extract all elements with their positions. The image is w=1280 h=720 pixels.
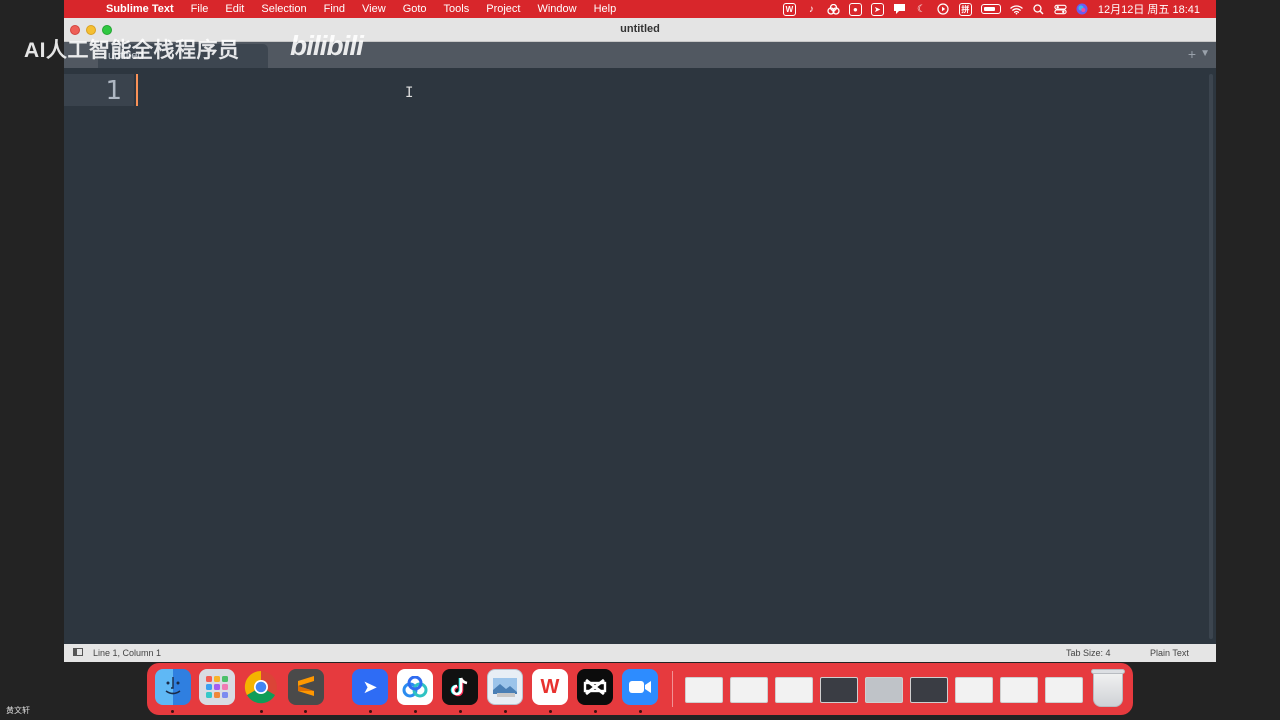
trash-icon[interactable]	[1091, 669, 1125, 707]
running-indicator	[504, 710, 507, 713]
message-icon[interactable]	[893, 3, 906, 16]
menu-app-name[interactable]: Sublime Text	[106, 3, 174, 15]
chrome-icon[interactable]	[243, 669, 279, 705]
toggle-sidebar-icon[interactable]	[73, 648, 83, 656]
minimized-window-thumbnail[interactable]	[820, 677, 858, 703]
running-indicator	[639, 710, 642, 713]
tab-size-selector[interactable]: Tab Size: 4	[1066, 648, 1111, 658]
menu-view[interactable]: View	[362, 3, 386, 15]
tiktok-icon[interactable]: ♪	[805, 3, 818, 16]
running-indicator	[549, 710, 552, 713]
zoom-icon[interactable]	[622, 669, 658, 705]
ibeam-cursor-icon: I	[405, 85, 414, 101]
preview-icon[interactable]	[487, 669, 523, 705]
baidu-netdisk-icon[interactable]	[827, 3, 840, 16]
menu-window[interactable]: Window	[537, 3, 576, 15]
minimized-window-thumbnail[interactable]	[1045, 677, 1083, 703]
play-icon[interactable]	[937, 3, 950, 16]
vertical-scrollbar[interactable]	[1209, 74, 1213, 639]
feishu-icon[interactable]: ➤	[352, 669, 388, 705]
capcut-icon[interactable]	[577, 669, 613, 705]
baidu-netdisk-icon[interactable]	[397, 669, 433, 705]
menu-selection[interactable]: Selection	[261, 3, 306, 15]
tiktok-icon[interactable]	[442, 669, 478, 705]
running-indicator	[304, 710, 307, 713]
menu-file[interactable]: File	[191, 3, 209, 15]
sublime-window: untitled untitled + ▼ 1 Line 1, Column 1…	[64, 18, 1216, 662]
menu-help[interactable]: Help	[594, 3, 617, 15]
sublime-text-icon[interactable]	[288, 669, 324, 705]
menu-find[interactable]: Find	[324, 3, 345, 15]
line-number: 1	[105, 76, 122, 106]
wps-icon[interactable]: W	[532, 669, 568, 705]
corner-username-label: 黄文轩	[6, 706, 30, 715]
input-method-icon[interactable]: 拼	[958, 2, 972, 16]
menu-tools[interactable]: Tools	[444, 3, 470, 15]
menubar-clock[interactable]: 12月12日 周五 18:41	[1098, 1, 1200, 17]
screen-record-icon[interactable]: ●	[848, 2, 862, 16]
minimized-window-thumbnail[interactable]	[775, 677, 813, 703]
battery-icon[interactable]	[980, 4, 1001, 14]
dock: ➤ W	[147, 663, 1133, 715]
control-center-icon[interactable]	[1054, 3, 1067, 16]
minimized-window-thumbnail[interactable]	[910, 677, 948, 703]
feishu-icon[interactable]: ➤	[870, 2, 884, 16]
new-tab-button[interactable]: +	[1188, 46, 1196, 62]
menu-goto[interactable]: Goto	[403, 3, 427, 15]
minimized-window-thumbnail[interactable]	[685, 677, 723, 703]
wifi-icon[interactable]	[1010, 3, 1023, 16]
syntax-selector[interactable]: Plain Text	[1150, 648, 1189, 658]
minimized-window-thumbnail[interactable]	[1000, 677, 1038, 703]
minimized-window-thumbnail[interactable]	[865, 677, 903, 703]
running-indicator	[414, 710, 417, 713]
bilibili-logo: bilibili	[290, 30, 364, 61]
cursor-position: Line 1, Column 1	[93, 648, 162, 658]
status-bar: Line 1, Column 1 Tab Size: 4 Plain Text	[64, 644, 1216, 662]
minimized-window-thumbnail[interactable]	[955, 677, 993, 703]
minimized-window-thumbnail[interactable]	[730, 677, 768, 703]
running-indicator	[369, 710, 372, 713]
finder-icon[interactable]	[155, 669, 191, 705]
wps-icon[interactable]: W	[782, 2, 796, 16]
running-indicator	[459, 710, 462, 713]
menu-bar: Sublime Text File Edit Selection Find Vi…	[64, 0, 1216, 18]
running-indicator	[260, 710, 263, 713]
menu-project[interactable]: Project	[486, 3, 520, 15]
launchpad-icon[interactable]	[199, 669, 235, 705]
editor-area[interactable]: 1	[64, 68, 1216, 644]
status-menu-area: W ♪ ● ➤ ☾ 拼 12月12日 周五 18:41	[782, 0, 1200, 18]
watermark-text: AI人工智能全栈程序员	[24, 39, 240, 62]
running-indicator	[594, 710, 597, 713]
tab-list-dropdown-icon[interactable]: ▼	[1200, 48, 1210, 59]
siri-icon[interactable]	[1076, 3, 1089, 16]
text-caret	[136, 74, 138, 106]
gutter-current-line: 1	[64, 74, 134, 106]
running-indicator	[171, 710, 174, 713]
dock-separator	[672, 671, 673, 707]
moon-icon[interactable]: ☾	[915, 3, 928, 16]
menu-edit[interactable]: Edit	[225, 3, 244, 15]
search-icon[interactable]	[1032, 3, 1045, 16]
